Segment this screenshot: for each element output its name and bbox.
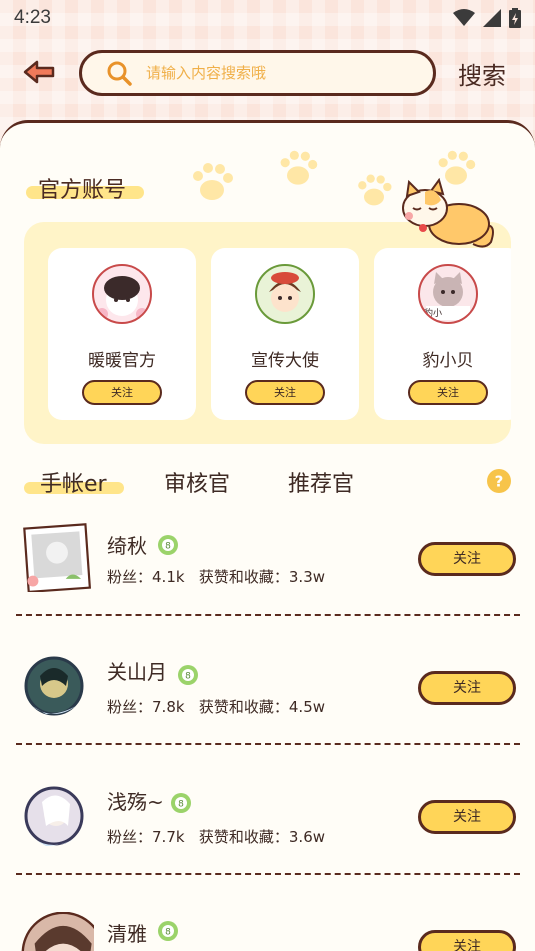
sleeping-cat-illustration [402,178,494,248]
official-account-name: 豹小贝 [422,351,474,371]
level-badge-icon: 8 [158,535,178,555]
user-name: 关山月 [107,660,167,684]
signal-icon [483,9,501,27]
avatar [24,656,84,716]
search-input[interactable] [146,64,406,82]
avatar [92,264,152,324]
follow-button[interactable]: 关注 [408,380,488,405]
follow-button[interactable]: 关注 [82,380,162,405]
dashed-divider [16,743,520,745]
user-list-item[interactable]: 关山月 8 粉丝：7.8k 获赞和收藏：4.5w 关注 [0,656,535,756]
user-list-item[interactable]: 浅殇~ 8 粉丝：7.7k 获赞和收藏：3.6w 关注 [0,786,535,886]
official-account-name: 宣传大使 [251,351,319,371]
avatar [255,264,315,324]
avatar [24,786,84,846]
likes-label: 获赞和收藏： [198,568,289,586]
fans-count: 7.7k [152,828,185,846]
level-badge-icon: 8 [158,921,178,941]
battery-charging-icon [509,8,521,28]
fans-label: 粉丝： [107,828,153,846]
official-account-card[interactable]: 宣传大使 关注 [211,248,359,420]
level-badge-icon: 8 [171,793,191,813]
status-bar: 4:23 [0,0,535,36]
user-list-item[interactable]: 绮秋 8 粉丝：4.1k 获赞和收藏：3.3w 关注 [0,523,535,626]
follow-button[interactable]: 关注 [418,930,516,951]
likes-label: 获赞和收藏： [198,828,289,846]
fans-count: 4.1k [152,568,185,586]
user-stats: 粉丝：4.1k 获赞和收藏：3.3w [107,566,325,587]
official-accounts-title: 官方账号 [38,178,127,203]
avatar [23,523,92,592]
fans-label: 粉丝： [107,698,153,716]
user-stats: 粉丝：7.7k 获赞和收藏：3.6w [107,826,325,847]
follow-button[interactable]: 关注 [418,800,516,834]
paw-print-icon [193,163,233,200]
follow-button[interactable]: 关注 [418,671,516,705]
user-name: 浅殇~ [107,790,164,814]
level-badge-text: 8 [185,672,191,682]
tab-recommender[interactable]: 推荐官 [288,466,354,498]
fans-count: 7.8k [152,698,185,716]
likes-label: 获赞和收藏： [198,698,289,716]
back-arrow-icon[interactable] [22,58,56,86]
level-badge-icon: 8 [178,665,198,685]
help-icon-glyph: ? [495,473,504,491]
user-list-item[interactable]: 清雅 8 关注 [0,912,535,951]
status-time: 4:23 [14,7,51,28]
avatar: 豹小 [418,264,478,324]
official-account-card[interactable]: 豹小 豹小贝 关注 [374,248,511,420]
official-account-name: 暖暖官方 [88,351,156,371]
avatar [21,912,94,951]
wifi-icon [453,9,475,26]
category-tabs: 手帐er 审核官 推荐官 [0,462,535,502]
dashed-divider [16,873,520,875]
likes-count: 3.3w [288,568,326,586]
likes-count: 4.5w [288,698,326,716]
search-button[interactable]: 搜索 [458,56,506,91]
help-icon[interactable]: ? [486,468,512,494]
follow-button[interactable]: 关注 [418,542,516,576]
user-name: 绮秋 [107,534,147,558]
search-icon [107,61,132,86]
dashed-divider [16,614,520,616]
level-badge-text: 8 [178,800,184,810]
official-accounts-panel: 暖暖官方 关注 宣传大使 关注 豹小 豹小贝 关注 [24,222,511,444]
level-badge-text: 8 [165,928,171,938]
search-header: 搜索 [0,48,535,98]
tab-journaler[interactable]: 手帐er [40,466,107,498]
avatar-caption: 豹小 [424,309,443,319]
tab-reviewer[interactable]: 审核官 [164,466,230,498]
search-box[interactable] [79,50,436,96]
user-name: 清雅 [107,922,147,946]
likes-count: 3.6w [288,828,326,846]
paw-print-icon [358,174,392,206]
user-stats: 粉丝：7.8k 获赞和收藏：4.5w [107,696,325,717]
status-icons [453,8,521,28]
fans-label: 粉丝： [107,568,153,586]
official-account-card[interactable]: 暖暖官方 关注 [48,248,196,420]
follow-button[interactable]: 关注 [245,380,325,405]
level-badge-text: 8 [165,542,171,552]
paw-print-icon [280,150,318,185]
